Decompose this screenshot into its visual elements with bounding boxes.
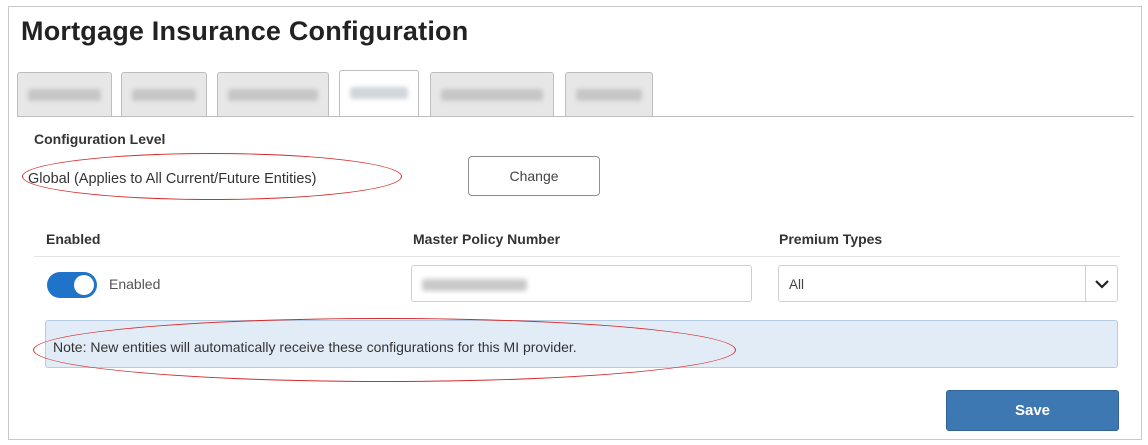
chevron-down-icon[interactable]: [1085, 266, 1117, 301]
redacted-tab-label: [132, 89, 196, 101]
annotation-ellipse: [22, 153, 402, 200]
tab-3[interactable]: [217, 72, 329, 116]
tab-6[interactable]: [565, 72, 653, 116]
page-title: Mortgage Insurance Configuration: [21, 16, 469, 46]
header-divider: [34, 256, 1120, 257]
toggle-knob: [74, 275, 94, 295]
tab-5[interactable]: [430, 72, 554, 116]
configuration-level-label: Configuration Level: [34, 131, 166, 147]
premium-types-value: All: [789, 277, 805, 292]
change-button[interactable]: Change: [468, 156, 600, 196]
redacted-tab-label: [441, 89, 543, 101]
enabled-toggle-label: Enabled: [109, 276, 161, 292]
annotation-ellipse: [33, 318, 736, 382]
redacted-tab-label: [576, 89, 642, 101]
enabled-toggle[interactable]: [47, 272, 97, 298]
column-header-premium-types: Premium Types: [779, 231, 883, 247]
redacted-tab-label: [228, 89, 318, 101]
save-button[interactable]: Save: [946, 390, 1119, 431]
premium-types-select[interactable]: All: [778, 265, 1118, 302]
redacted-policy-number: [422, 279, 527, 291]
tab-4-active[interactable]: [339, 70, 419, 118]
column-header-master-policy-number: Master Policy Number: [413, 231, 561, 247]
redacted-tab-label: [28, 89, 101, 101]
redacted-tab-label: [350, 87, 408, 99]
tab-2[interactable]: [121, 72, 207, 116]
master-policy-number-input[interactable]: [411, 265, 752, 302]
column-header-enabled: Enabled: [46, 231, 101, 247]
tab-1[interactable]: [17, 72, 112, 116]
